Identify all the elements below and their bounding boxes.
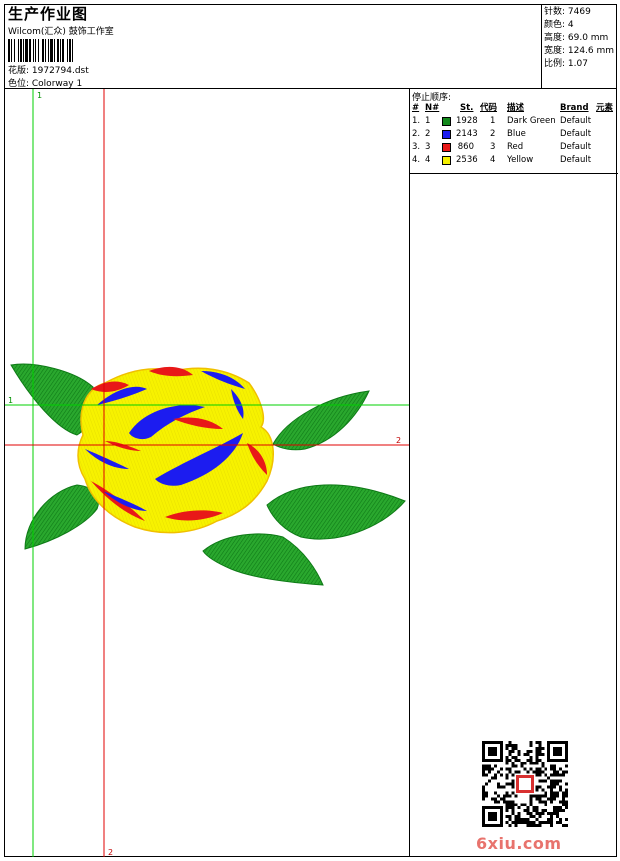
stop-sequence-panel: 停止顺序: # N# St. 代码 描述 Brand 元素 1. 1 1928 1 Da… <box>409 89 618 857</box>
stitch-count: 针数: 7469 <box>544 7 591 17</box>
row-index: 2. <box>412 129 421 139</box>
design-file: 花版: 1972794.dst <box>8 66 89 76</box>
table-divider <box>410 173 618 174</box>
rose <box>77 366 274 534</box>
col-description: 描述 <box>507 103 525 113</box>
table-header: # N# St. 代码 描述 Brand 元素 <box>412 102 617 115</box>
row-brand: Default <box>560 116 592 126</box>
row-description: Dark Green <box>507 116 556 126</box>
guide-label-red-right: 2 <box>396 436 402 445</box>
row-description: Blue <box>507 129 526 139</box>
col-element: 元素 <box>596 103 614 113</box>
guide-label-green-top: 1 <box>37 91 43 100</box>
row-brand: Default <box>560 155 592 165</box>
sheet-title: 生产作业图 <box>8 5 89 23</box>
table-row: 2. 2 2143 2 Blue Default <box>412 128 617 141</box>
col-index: # <box>412 103 420 113</box>
row-needle: 4 <box>425 155 431 165</box>
guide-label-green-left: 1 <box>8 396 14 405</box>
table-row: 1. 1 1928 1 Dark Green Default <box>412 115 617 128</box>
leaf-right-bottom <box>266 484 406 540</box>
row-description: Red <box>507 142 524 152</box>
design-height: 高度: 69.0 mm <box>544 33 609 43</box>
color-swatch <box>442 156 451 165</box>
row-needle: 2 <box>425 129 431 139</box>
row-stitches: 1928 <box>456 116 478 126</box>
guide-label-red-bottom: 2 <box>108 848 114 857</box>
color-count: 颜色: 4 <box>544 20 574 30</box>
row-code: 1 <box>490 116 496 126</box>
design-scale: 比例: 1.07 <box>544 59 588 69</box>
color-swatch <box>442 130 451 139</box>
watermark-site: 6xiu.com <box>476 834 562 853</box>
rose-outer <box>77 367 274 534</box>
color-table: # N# St. 代码 描述 Brand 元素 1. 1 1928 1 Dark Gre… <box>412 102 617 167</box>
barcode <box>8 39 73 62</box>
color-swatch <box>442 143 451 152</box>
design-width: 宽度: 124.6 mm <box>544 46 615 56</box>
table-row: 3. 3 860 3 Red Default <box>412 141 617 154</box>
row-index: 4. <box>412 155 421 165</box>
col-stitches: St. <box>460 103 474 113</box>
row-stitches: 2536 <box>456 155 478 165</box>
color-swatch <box>442 117 451 126</box>
leaf-bottom-left <box>24 484 99 550</box>
leaf-right-top <box>272 390 370 451</box>
row-brand: Default <box>560 129 592 139</box>
row-stitches: 2143 <box>456 129 478 139</box>
row-code: 2 <box>490 129 496 139</box>
production-sheet: 生产作业图 Wilcom(汇众) 鼓饰工作室 花版: 1972794.dst 色… <box>4 4 618 857</box>
stats-panel: 针数: 7469 颜色: 4 高度: 69.0 mm 宽度: 124.6 mm … <box>541 5 618 88</box>
row-stitches: 860 <box>457 142 474 152</box>
row-code: 3 <box>490 142 496 152</box>
row-description: Yellow <box>507 155 534 165</box>
leaf-bottom <box>202 533 324 586</box>
row-needle: 3 <box>425 142 431 152</box>
row-index: 3. <box>412 142 421 152</box>
col-code: 代码 <box>480 103 498 113</box>
company-name: Wilcom(汇众) 鼓饰工作室 <box>8 27 114 37</box>
row-needle: 1 <box>425 116 431 126</box>
table-row: 4. 4 2536 4 Yellow Default <box>412 154 617 167</box>
embroidery-preview <box>5 89 409 857</box>
row-brand: Default <box>560 142 592 152</box>
row-code: 4 <box>490 155 496 165</box>
col-brand: Brand <box>560 103 589 113</box>
col-needle: N# <box>425 103 440 113</box>
qr-code <box>482 741 568 827</box>
row-index: 1. <box>412 116 421 126</box>
design-canvas: 1 1 2 2 <box>5 89 409 857</box>
